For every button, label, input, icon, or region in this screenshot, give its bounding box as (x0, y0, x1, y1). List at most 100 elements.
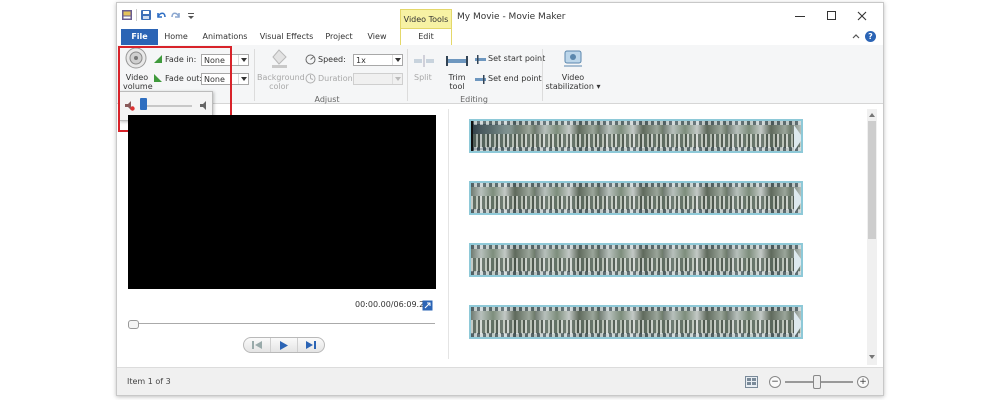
scroll-up-icon[interactable] (867, 111, 877, 119)
play-icon (280, 340, 288, 350)
scrollbar-thumb[interactable] (868, 121, 876, 239)
clip-thumbnail-detail (471, 196, 801, 210)
group-separator (542, 49, 543, 101)
zoom-out-button[interactable]: − (769, 376, 781, 388)
split-label: Split (414, 73, 432, 82)
group-separator (407, 49, 408, 101)
tab-file[interactable]: File (121, 29, 158, 45)
clip-thumbnail-detail (471, 320, 801, 334)
group-separator (254, 49, 255, 101)
item-count: Item 1 of 3 (127, 377, 171, 386)
clip-thumbnail-detail (471, 258, 801, 272)
quick-access-toolbar (121, 9, 197, 21)
thumbnail-size-icon[interactable] (745, 376, 758, 390)
help-icon[interactable]: ? (865, 31, 876, 42)
next-frame-button[interactable] (298, 338, 324, 352)
storyboard-clip[interactable] (469, 119, 803, 153)
duration-dropdown[interactable] (353, 73, 403, 85)
next-frame-icon (306, 341, 316, 349)
clip-filmstrip-bottom (471, 271, 801, 275)
clip-end-arrow (794, 125, 801, 151)
movie-maker-app-icon[interactable] (121, 9, 133, 21)
storyboard-clip[interactable] (469, 181, 803, 215)
tab-project[interactable]: Project (322, 29, 356, 45)
window-title: My Movie - Movie Maker (457, 12, 566, 22)
tab-animations[interactable]: Animations (201, 29, 249, 45)
speed-value: 1x (356, 56, 366, 65)
close-button[interactable] (851, 7, 873, 25)
close-icon (857, 11, 867, 21)
clip-filmstrip-bottom (471, 209, 801, 213)
title-bar: Video Tools My Movie - Movie Maker (117, 3, 883, 30)
status-bar: Item 1 of 3 − + (117, 367, 883, 395)
ribbon-tabs: File Home Animations Visual Effects Proj… (117, 28, 883, 46)
previous-frame-icon (252, 341, 262, 349)
speed-dropdown[interactable]: 1x (353, 54, 403, 66)
minimize-button[interactable] (789, 7, 811, 25)
customize-qat-icon[interactable] (185, 9, 197, 21)
split-button[interactable]: Split (412, 49, 436, 89)
minimize-icon (795, 16, 805, 17)
save-icon[interactable] (140, 9, 152, 21)
chevron-down-icon (238, 74, 248, 84)
tab-view[interactable]: View (365, 29, 389, 45)
movie-maker-window: Video Tools My Movie - Movie Maker File … (116, 2, 884, 396)
storyboard-clip[interactable] (469, 243, 803, 277)
clip-filmstrip-top (471, 183, 801, 187)
playback-controls (243, 337, 325, 353)
maximize-button[interactable] (821, 7, 843, 25)
pane-divider[interactable] (448, 109, 449, 359)
background-color-button[interactable]: Background color (257, 47, 305, 93)
chevron-down-icon (238, 55, 248, 65)
tab-visual-effects[interactable]: Visual Effects (259, 29, 314, 45)
video-tools-contextual-header: Video Tools (400, 9, 452, 30)
fullscreen-icon[interactable] (422, 300, 433, 313)
zoom-slider-thumb[interactable] (812, 375, 821, 389)
video-stabilization-label: Video stabilization ▾ (545, 73, 601, 91)
seek-thumb[interactable] (128, 320, 139, 329)
undo-icon[interactable] (155, 9, 167, 21)
background-color-label: Background color (257, 73, 305, 91)
scroll-down-icon[interactable] (867, 353, 877, 361)
storyboard-clip[interactable] (469, 305, 803, 339)
tab-edit[interactable]: Edit (400, 28, 452, 45)
duration-icon (305, 73, 316, 86)
clip-filmstrip-bottom (471, 147, 801, 151)
adjust-group-label: Adjust (314, 95, 340, 104)
video-stabilization-icon (564, 50, 582, 67)
clip-filmstrip-top (471, 245, 801, 249)
clip-filmstrip-bottom (471, 333, 801, 337)
storyboard (469, 115, 805, 355)
clip-end-arrow (794, 187, 801, 213)
seek-bar[interactable] (130, 323, 435, 324)
set-start-point-label: Set start point (488, 54, 546, 63)
zoom-in-button[interactable]: + (857, 376, 869, 388)
previous-frame-button[interactable] (244, 338, 271, 352)
clip-thumbnail-detail (471, 134, 801, 148)
speed-label: Speed: (318, 55, 346, 64)
duration-label: Duration: (318, 74, 356, 83)
clip-filmstrip-top (471, 121, 801, 125)
qat-separator (136, 9, 137, 21)
minimize-ribbon-icon[interactable] (851, 32, 861, 42)
redo-icon[interactable] (170, 9, 182, 21)
play-button[interactable] (271, 338, 298, 352)
chevron-down-icon (392, 55, 402, 65)
split-icon (414, 55, 434, 67)
clip-end-arrow (794, 249, 801, 275)
trim-tool-label: Trim tool (448, 73, 466, 91)
speed-icon (305, 54, 316, 67)
chevron-down-icon (392, 74, 402, 84)
tab-home[interactable]: Home (161, 29, 191, 45)
trim-icon (446, 56, 468, 66)
video-preview[interactable] (128, 115, 436, 289)
paint-bucket-icon (272, 49, 287, 68)
clip-filmstrip-top (471, 307, 801, 311)
trim-tool-button[interactable]: Trim tool (444, 49, 470, 93)
playhead[interactable] (471, 121, 473, 151)
clip-end-arrow (794, 311, 801, 337)
set-end-point-label: Set end point (488, 74, 542, 83)
storyboard-scrollbar[interactable] (867, 109, 877, 365)
editing-group-label: Editing (460, 95, 488, 104)
video-stabilization-button[interactable]: Video stabilization ▾ (545, 47, 601, 93)
